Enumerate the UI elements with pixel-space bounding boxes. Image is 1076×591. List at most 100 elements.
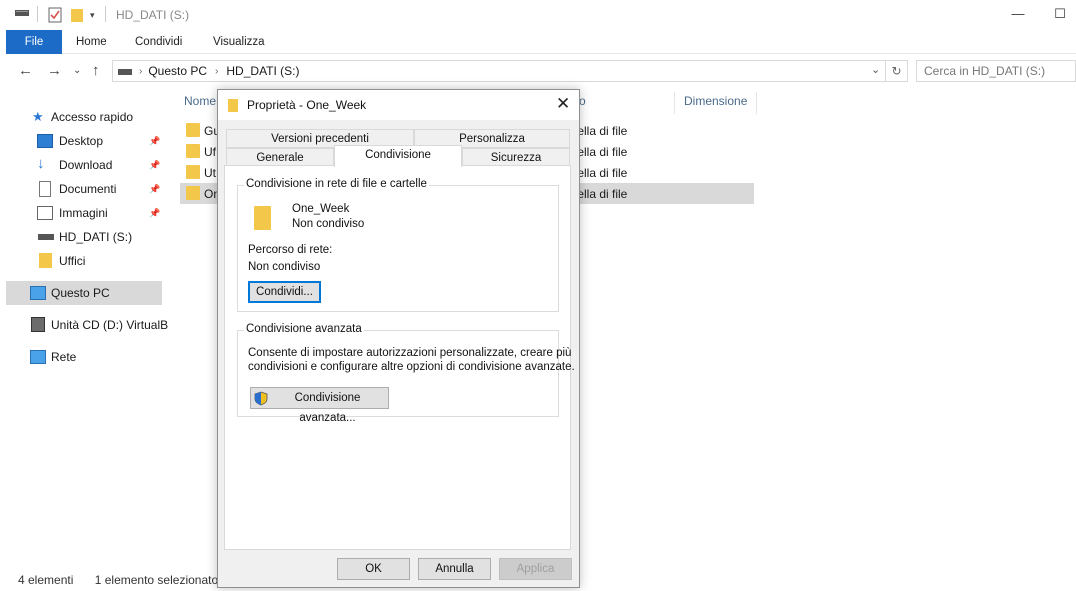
tab-file[interactable]: File bbox=[6, 30, 62, 54]
folder-icon bbox=[186, 186, 200, 200]
advanced-sharing-button[interactable]: Condivisione avanzata... bbox=[250, 387, 389, 424]
nav-label: Rete bbox=[51, 350, 77, 364]
apply-button[interactable]: Applica bbox=[499, 558, 572, 580]
group-title: Condivisione in rete di file e cartelle bbox=[244, 178, 429, 190]
separator bbox=[37, 6, 38, 22]
nav-label: Accesso rapido bbox=[51, 110, 134, 124]
folder-name: One_Week bbox=[292, 203, 350, 215]
drive-icon bbox=[38, 234, 54, 240]
sharing-panel: Condivisione in rete di file e cartelle … bbox=[224, 165, 575, 550]
share-button[interactable]: Condividi... bbox=[248, 281, 321, 303]
forward-arrow-icon[interactable]: → bbox=[47, 62, 62, 79]
folder-icon bbox=[186, 165, 200, 179]
recent-locations-chevron-icon[interactable]: ⌄ bbox=[73, 65, 81, 76]
nav-cd-drive[interactable]: Unità CD (D:) VirtualB bbox=[6, 313, 168, 337]
breadcrumb-drive[interactable]: HD_DATI (S:) bbox=[226, 64, 299, 78]
status-bar: 4 elementi 1 elemento selezionato bbox=[18, 573, 218, 587]
chevron-down-icon[interactable]: ⌄ bbox=[871, 63, 880, 76]
nav-hd-dati[interactable]: HD_DATI (S:) bbox=[6, 225, 162, 249]
file-name: Ut bbox=[204, 166, 216, 180]
network-sharing-group: Condivisione in rete di file e cartelle … bbox=[237, 178, 559, 312]
document-icon bbox=[39, 181, 51, 197]
advanced-description-line1: Consente di impostare autorizzazioni per… bbox=[248, 347, 572, 359]
folder-icon bbox=[254, 206, 271, 230]
uac-shield-icon bbox=[254, 391, 268, 406]
nav-network[interactable]: Rete bbox=[6, 345, 162, 369]
drive-icon bbox=[118, 69, 132, 75]
nav-desktop[interactable]: Desktop 📌 bbox=[6, 129, 162, 153]
maximize-button[interactable]: ☐ bbox=[1050, 6, 1070, 24]
nav-pictures[interactable]: Immagini 📌 bbox=[6, 201, 162, 225]
dialog-title: Proprietà - One_Week bbox=[247, 98, 367, 112]
separator bbox=[105, 6, 106, 22]
tab-sharing[interactable]: Condivisione bbox=[334, 145, 462, 167]
title-bar: ▾ HD_DATI (S:) — ☐ bbox=[0, 0, 1076, 30]
minimize-button[interactable]: — bbox=[1008, 6, 1028, 24]
column-header-size[interactable]: Dimensione bbox=[684, 94, 747, 114]
advanced-sharing-label: Condivisione avanzata... bbox=[294, 392, 361, 424]
network-path-value: Non condiviso bbox=[248, 261, 321, 273]
nav-uffici[interactable]: Uffici bbox=[6, 249, 162, 273]
advanced-description-line2: condivisioni e configurare altre opzioni… bbox=[248, 361, 575, 373]
chevron-right-icon: › bbox=[139, 65, 143, 77]
search-input[interactable]: Cerca in HD_DATI (S:) bbox=[916, 60, 1076, 82]
nav-documents[interactable]: Documenti 📌 bbox=[6, 177, 162, 201]
virtualbox-icon bbox=[31, 317, 45, 332]
nav-label: Questo PC bbox=[51, 286, 110, 300]
item-count: 4 elementi bbox=[18, 573, 74, 587]
chevron-right-icon: › bbox=[215, 65, 219, 77]
back-arrow-icon[interactable]: ← bbox=[18, 62, 33, 79]
pin-icon[interactable]: 📌 bbox=[149, 208, 160, 219]
folder-icon bbox=[186, 123, 200, 137]
download-arrow-icon: ↓ bbox=[37, 155, 45, 172]
refresh-icon[interactable]: ↻ bbox=[886, 60, 908, 82]
close-icon[interactable]: ✕ bbox=[556, 94, 570, 114]
advanced-sharing-group: Condivisione avanzata Consente di impost… bbox=[237, 323, 575, 424]
network-icon bbox=[30, 350, 46, 364]
window-title: HD_DATI (S:) bbox=[116, 8, 190, 22]
column-header-type[interactable]: o bbox=[579, 94, 586, 114]
file-name: Uf bbox=[204, 145, 216, 159]
breadcrumb-this-pc[interactable]: Questo PC bbox=[148, 64, 207, 78]
selection-count: 1 elemento selezionato bbox=[94, 573, 219, 587]
nav-label: Immagini bbox=[59, 206, 108, 220]
nav-label: Download bbox=[59, 158, 113, 172]
new-folder-icon[interactable] bbox=[70, 7, 84, 23]
tab-home[interactable]: Home bbox=[76, 30, 107, 54]
nav-label: Documenti bbox=[59, 182, 117, 196]
address-toolbar: ← → ⌄ ↑ › Questo PC › HD_DATI (S:) ⌄ ↻ C… bbox=[0, 58, 1076, 84]
share-state: Non condiviso bbox=[292, 218, 365, 230]
pictures-icon bbox=[37, 206, 53, 220]
up-arrow-icon[interactable]: ↑ bbox=[92, 62, 100, 79]
column-separator[interactable] bbox=[674, 92, 675, 114]
pin-icon[interactable]: 📌 bbox=[149, 160, 160, 171]
computer-icon bbox=[30, 286, 46, 300]
network-path-label: Percorso di rete: bbox=[248, 244, 333, 256]
cancel-button[interactable]: Annulla bbox=[418, 558, 491, 580]
folder-icon bbox=[39, 253, 52, 268]
dialog-title-bar: Proprietà - One_Week ✕ bbox=[218, 90, 579, 120]
ok-button[interactable]: OK bbox=[337, 558, 410, 580]
address-field[interactable]: › Questo PC › HD_DATI (S:) ⌄ bbox=[112, 60, 886, 82]
properties-dialog: Proprietà - One_Week ✕ Versioni preceden… bbox=[217, 89, 580, 588]
customize-toolbar-icon[interactable]: ▾ bbox=[90, 10, 95, 21]
nav-label: Unità CD (D:) VirtualB bbox=[51, 318, 169, 332]
folder-icon bbox=[186, 144, 200, 158]
tab-share[interactable]: Condividi bbox=[135, 30, 182, 54]
star-icon: ★ bbox=[32, 109, 44, 124]
column-separator[interactable] bbox=[756, 92, 757, 114]
pin-icon[interactable]: 📌 bbox=[149, 136, 160, 147]
ribbon: File Home Condividi Visualizza bbox=[6, 30, 1076, 54]
drive-icon bbox=[14, 7, 30, 17]
nav-label: Desktop bbox=[59, 134, 104, 148]
group-title: Condivisione avanzata bbox=[244, 323, 364, 335]
properties-icon[interactable] bbox=[48, 7, 62, 23]
nav-quick-access[interactable]: ★ Accesso rapido bbox=[6, 105, 162, 129]
folder-icon bbox=[228, 99, 238, 112]
nav-label: Uffici bbox=[59, 254, 86, 268]
tab-view[interactable]: Visualizza bbox=[213, 30, 265, 54]
column-header-name[interactable]: Nome bbox=[184, 94, 216, 114]
pin-icon[interactable]: 📌 bbox=[149, 184, 160, 195]
nav-download[interactable]: ↓ Download 📌 bbox=[6, 153, 162, 177]
nav-this-pc[interactable]: Questo PC bbox=[6, 281, 162, 305]
